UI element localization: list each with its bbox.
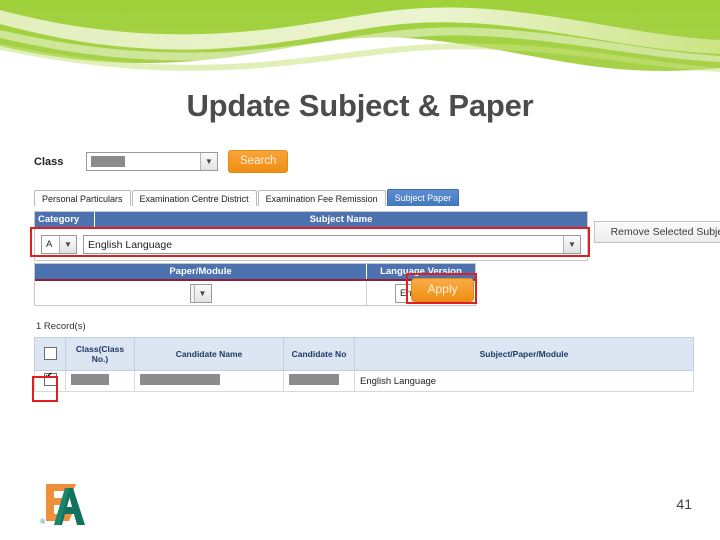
tab-bar: Personal Particulars Examination Centre … (34, 189, 460, 206)
remove-selected-subject-button[interactable]: Remove Selected Subject (594, 221, 720, 243)
paper-panel-body: ▼ English ▼ (35, 281, 475, 305)
table-row: English Language (34, 370, 694, 392)
column-header-select-all (34, 337, 66, 371)
chevron-down-icon: ▼ (59, 236, 76, 253)
column-header-candidate-name: Candidate Name (134, 337, 284, 371)
paper-module-cell: ▼ (35, 281, 367, 305)
cell-candidate-no (283, 370, 355, 392)
column-header-subject-paper-module: Subject/Paper/Module (354, 337, 694, 371)
page-number: 41 (676, 496, 692, 512)
tab-subject-paper[interactable]: Subject Paper (386, 189, 460, 206)
select-all-checkbox[interactable] (43, 346, 57, 360)
subject-name-select[interactable]: English Language ▼ (83, 235, 581, 254)
slide-header-decoration (0, 0, 720, 80)
apply-button[interactable]: Apply (411, 278, 474, 302)
tab-examination-fee-remission[interactable]: Examination Fee Remission (257, 190, 386, 206)
row-select-cell (34, 370, 66, 392)
class-label: Class (34, 155, 64, 168)
column-header-language-version: Language Version (380, 266, 462, 277)
subject-panel-header: Category Subject Name (35, 212, 587, 229)
tab-examination-centre-district[interactable]: Examination Centre District (131, 190, 257, 206)
row-checkbox[interactable] (43, 371, 57, 386)
column-header-candidate-no: Candidate No (283, 337, 355, 371)
subject-panel: Category Subject Name A ▼ English Langua… (34, 211, 588, 261)
subject-panel-body: A ▼ English Language ▼ (35, 229, 587, 260)
class-search-row: Class ▼ Search (34, 150, 289, 173)
cell-class (65, 370, 135, 392)
class-select[interactable]: ▼ (86, 152, 218, 171)
column-header-category: Category (38, 214, 80, 225)
class-value-redacted (91, 156, 125, 167)
paper-module-select[interactable]: ▼ (189, 283, 212, 303)
table-header-row: Class(Class No.) Candidate Name Candidat… (34, 337, 694, 371)
column-header-class: Class(Class No.) (65, 337, 135, 371)
chevron-down-icon: ▼ (200, 153, 217, 170)
chevron-down-icon: ▼ (563, 236, 580, 253)
tab-personal-particulars[interactable]: Personal Particulars (34, 190, 131, 206)
subject-name-value: English Language (88, 238, 173, 251)
results-table: Class(Class No.) Candidate Name Candidat… (34, 337, 694, 392)
column-header-paper-module: Paper/Module (169, 266, 232, 277)
logo-mark-text: ® (40, 518, 46, 526)
chevron-down-icon: ▼ (193, 284, 211, 302)
application-screenshot: Class ▼ Search Personal Particulars Exam… (28, 145, 720, 410)
paper-module-panel: Paper/Module Language Version ▼ English … (34, 263, 476, 306)
candidate-no-redacted (289, 374, 339, 385)
ea-logo: ® (32, 478, 94, 532)
class-value-redacted (71, 374, 109, 385)
paper-panel-header: Paper/Module Language Version (35, 264, 475, 281)
cell-candidate-name (134, 370, 284, 392)
cell-subject: English Language (354, 370, 694, 392)
ea-monogram-icon: ® (40, 484, 85, 526)
column-header-subject-name: Subject Name (309, 214, 373, 225)
record-count: 1 Record(s) (36, 321, 86, 332)
category-select[interactable]: A ▼ (41, 235, 77, 254)
page-title: Update Subject & Paper (186, 88, 534, 123)
category-value: A (46, 239, 53, 250)
green-wave-graphic (0, 0, 720, 72)
search-button[interactable]: Search (228, 150, 289, 173)
candidate-name-redacted (140, 374, 220, 385)
